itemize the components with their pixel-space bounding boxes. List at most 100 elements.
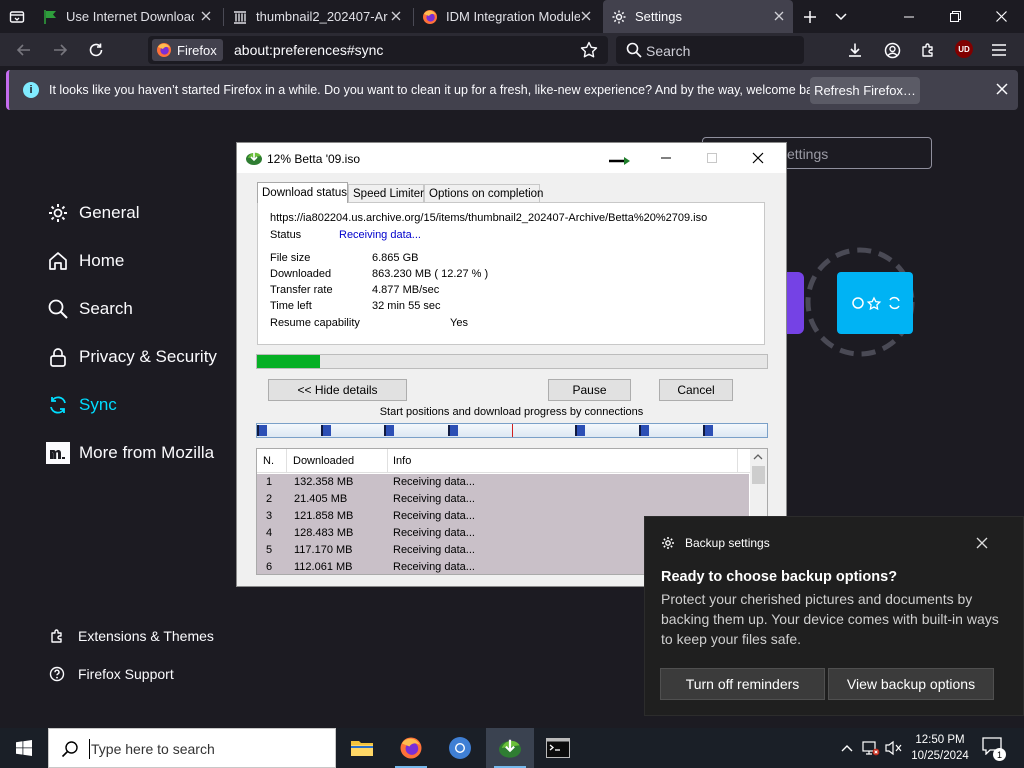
tab-download-status[interactable]: Download status xyxy=(257,182,348,203)
cell-downloaded: 21.405 MB xyxy=(294,493,348,505)
cell-n: 3 xyxy=(266,510,273,522)
tab-settings[interactable]: Settings xyxy=(603,0,793,33)
reload-button[interactable] xyxy=(84,38,108,62)
category-home[interactable]: Home xyxy=(46,247,124,275)
tab-idm-download[interactable]: Use Internet Download M xyxy=(34,0,220,33)
category-label: Privacy & Security xyxy=(79,347,217,366)
network-icon[interactable] xyxy=(862,739,880,757)
downloads-button[interactable] xyxy=(844,39,866,61)
close-icon[interactable] xyxy=(995,82,1009,96)
cell-downloaded: 121.858 MB xyxy=(294,510,354,522)
cell-n: 1 xyxy=(266,476,273,488)
column-separator[interactable] xyxy=(286,449,287,473)
system-clock[interactable]: 12:50 PM 10/25/2024 xyxy=(906,732,974,764)
close-window-button[interactable] xyxy=(978,0,1024,33)
download-url: https://ia802204.us.archive.org/15/items… xyxy=(270,212,708,224)
column-header-info[interactable]: Info xyxy=(393,455,411,467)
tab-thumbnail-archive[interactable]: thumbnail2_202407-Arch xyxy=(224,0,410,33)
back-button[interactable] xyxy=(12,38,36,62)
category-privacy-security[interactable]: Privacy & Security xyxy=(46,343,217,371)
column-header-downloaded[interactable]: Downloaded xyxy=(293,455,354,467)
extensions-button[interactable] xyxy=(917,39,939,61)
close-tab-icon[interactable] xyxy=(198,8,214,24)
table-row[interactable]: 1 132.358 MB Receiving data... xyxy=(257,474,749,491)
notification-count-badge: 1 xyxy=(993,748,1006,761)
start-button[interactable] xyxy=(0,728,48,768)
restore-icon xyxy=(949,11,961,22)
taskbar-idm[interactable] xyxy=(486,728,534,768)
tab-list-icon xyxy=(9,11,25,23)
restore-button[interactable] xyxy=(932,0,978,33)
search-bar[interactable]: Search xyxy=(616,36,804,64)
taskbar-command-prompt[interactable] xyxy=(534,728,582,768)
downloaded-value: 863.230 MB ( 12.27 % ) xyxy=(372,268,489,280)
volume-icon[interactable] xyxy=(885,739,903,757)
list-all-tabs-button[interactable] xyxy=(6,6,28,28)
tab-speed-limiter[interactable]: Speed Limiter xyxy=(348,184,424,202)
category-label: Sync xyxy=(79,395,117,414)
scroll-up-arrow-icon[interactable] xyxy=(753,453,763,461)
ublock-origin-icon[interactable]: UD xyxy=(955,40,973,58)
hide-details-button[interactable]: << Hide details xyxy=(268,379,407,401)
taskbar-search-box[interactable]: Type here to search xyxy=(48,728,336,768)
arrow-right-icon xyxy=(609,157,630,165)
cancel-button[interactable]: Cancel xyxy=(659,379,733,401)
identity-box[interactable]: Firefox xyxy=(152,39,223,61)
cell-n: 4 xyxy=(266,527,273,539)
windows-taskbar: Type here to search 12:50 PM 10/25/2024 … xyxy=(0,728,1024,768)
refresh-firefox-button[interactable]: Refresh Firefox… xyxy=(810,77,920,104)
arrow-right-icon xyxy=(54,44,68,56)
url-text[interactable]: about:preferences#sync xyxy=(234,42,383,58)
connection-segment xyxy=(703,425,713,436)
toast-body: Protect your cherished pictures and docu… xyxy=(661,591,999,647)
address-bar[interactable]: Firefox about:preferences#sync xyxy=(148,36,608,64)
taskbar-file-explorer[interactable] xyxy=(338,728,386,768)
close-tab-icon[interactable] xyxy=(388,8,404,24)
tab-idm-integration[interactable]: IDM Integration Module - xyxy=(414,0,600,33)
account-icon xyxy=(884,42,900,58)
category-search[interactable]: Search xyxy=(46,295,133,323)
minimize-button[interactable] xyxy=(886,0,932,33)
tab-strip: Use Internet Download M thumbnail2_20240… xyxy=(0,0,1024,33)
download-icon xyxy=(849,43,861,57)
idm-title-bar[interactable]: 12% Betta '09.iso xyxy=(237,143,786,173)
taskbar-chromium[interactable] xyxy=(436,728,484,768)
link-extensions-themes[interactable]: Extensions & Themes xyxy=(48,625,214,647)
column-separator[interactable] xyxy=(737,449,738,473)
tab-options-on-completion[interactable]: Options on completion xyxy=(424,184,543,202)
category-sync[interactable]: Sync xyxy=(46,391,117,419)
idm-close-button[interactable] xyxy=(735,143,781,173)
view-backup-options-button[interactable]: View backup options xyxy=(828,668,994,700)
table-row[interactable]: 2 21.405 MB Receiving data... xyxy=(257,491,749,508)
file-size-label: File size xyxy=(270,252,311,264)
column-separator[interactable] xyxy=(387,449,388,473)
pause-button[interactable]: Pause xyxy=(548,379,631,401)
identity-label: Firefox xyxy=(177,42,217,58)
category-label: More from Mozilla xyxy=(79,443,215,462)
link-firefox-support[interactable]: Firefox Support xyxy=(48,663,174,685)
tab-label: thumbnail2_202407-Arch xyxy=(256,9,388,24)
close-icon xyxy=(995,11,1007,22)
close-icon[interactable] xyxy=(975,536,989,550)
list-tabs-chevron[interactable] xyxy=(832,7,850,27)
idm-maximize-button[interactable] xyxy=(689,143,735,173)
close-tab-icon[interactable] xyxy=(578,8,594,24)
new-tab-button[interactable] xyxy=(800,7,820,27)
category-more-from-mozilla[interactable]: More from Mozilla xyxy=(46,439,214,467)
notification-center-button[interactable]: 1 xyxy=(982,737,1006,761)
close-icon xyxy=(752,152,764,164)
bookmark-star-icon[interactable] xyxy=(580,41,598,59)
close-tab-icon[interactable] xyxy=(771,8,787,24)
show-hidden-icons-button[interactable] xyxy=(838,739,856,757)
navigation-toolbar: Firefox about:preferences#sync Search xyxy=(0,33,1024,66)
idm-minimize-button[interactable] xyxy=(643,143,689,173)
category-general[interactable]: General xyxy=(46,199,139,227)
app-menu-button[interactable] xyxy=(988,39,1010,61)
turn-off-reminders-button[interactable]: Turn off reminders xyxy=(660,668,825,700)
taskbar-firefox[interactable] xyxy=(387,728,435,768)
scrollbar-thumb[interactable] xyxy=(752,466,765,484)
connections-label: Start positions and download progress by… xyxy=(379,406,644,418)
column-header-n[interactable]: N. xyxy=(263,455,274,467)
forward-button[interactable] xyxy=(48,38,72,62)
account-button[interactable] xyxy=(881,39,903,61)
